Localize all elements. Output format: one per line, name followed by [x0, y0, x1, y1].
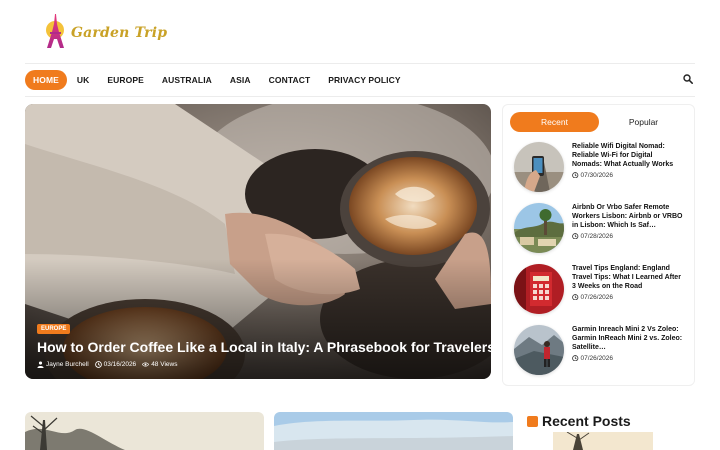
eye-icon — [142, 362, 150, 367]
nav-item-uk[interactable]: UK — [77, 75, 89, 85]
list-item[interactable]: Travel Tips England: England Travel Tips… — [514, 264, 694, 318]
eiffel-tower-icon — [46, 14, 64, 48]
hero-author-name: Jayne Burchell — [46, 361, 89, 368]
post-date: 07/26/2026 — [572, 294, 684, 301]
post-image — [514, 203, 564, 253]
recent-popular-widget: Recent Popular Reliable Wifi Digital Nom… — [502, 104, 695, 386]
nav-item-asia[interactable]: ASIA — [230, 75, 251, 85]
header-divider-bottom — [25, 96, 695, 97]
post-card[interactable] — [25, 412, 264, 450]
post-image — [514, 264, 564, 314]
site-logo[interactable]: Garden Trip — [42, 12, 172, 50]
tab-recent[interactable]: Recent — [510, 112, 599, 132]
recent-posts-title: Recent Posts — [542, 413, 631, 429]
recent-posts-heading: Recent Posts — [527, 413, 631, 429]
post-date: 07/28/2026 — [572, 233, 684, 240]
post-card-image — [25, 412, 264, 450]
logo-text: Garden Trip — [71, 25, 168, 41]
hero-author[interactable]: Jayne Burchell — [37, 361, 89, 368]
hero-date: 03/16/2026 — [94, 361, 137, 368]
tab-popular[interactable]: Popular — [599, 112, 688, 132]
post-thumbnail[interactable] — [514, 203, 564, 253]
post-card-image — [274, 412, 513, 450]
post-date: 07/26/2026 — [572, 355, 684, 362]
nav-item-privacy-policy[interactable]: PRIVACY POLICY — [328, 75, 400, 85]
hero-category-badge[interactable]: EUROPE — [37, 324, 71, 334]
header-divider-top — [25, 63, 695, 64]
post-title[interactable]: Garmin Inreach Mini 2 Vs Zoleo: Garmin I… — [572, 325, 684, 353]
search-icon[interactable] — [683, 74, 693, 84]
hero-meta: Jayne Burchell 03/16/2026 48 Views — [37, 361, 183, 368]
hero-title[interactable]: How to Order Coffee Like a Local in Ital… — [37, 339, 491, 355]
hero-views-text: 48 Views — [151, 361, 178, 368]
list-item[interactable]: Garmin Inreach Mini 2 Vs Zoleo: Garmin I… — [514, 325, 694, 379]
post-date-text: 07/26/2026 — [580, 354, 614, 362]
clock-icon — [572, 233, 579, 240]
clock-icon — [572, 294, 579, 301]
post-card[interactable] — [274, 412, 513, 450]
post-date: 07/30/2026 — [572, 172, 684, 179]
post-date-text: 07/30/2026 — [580, 171, 614, 179]
list-item[interactable]: Reliable Wifi Digital Nomad: Reliable Wi… — [514, 142, 694, 196]
recent-post-thumbnail[interactable] — [553, 432, 653, 450]
nav-item-australia[interactable]: AUSTRALIA — [162, 75, 212, 85]
post-title[interactable]: Airbnb Or Vrbo Safer Remote Workers Lisb… — [572, 203, 684, 231]
widget-tabs: Recent Popular — [510, 112, 689, 132]
list-item[interactable]: Airbnb Or Vrbo Safer Remote Workers Lisb… — [514, 203, 694, 257]
clock-icon — [572, 355, 579, 362]
post-date-text: 07/26/2026 — [580, 293, 614, 301]
post-title[interactable]: Reliable Wifi Digital Nomad: Reliable Wi… — [572, 142, 684, 170]
nav-item-europe[interactable]: EUROPE — [107, 75, 144, 85]
user-icon — [37, 361, 44, 368]
post-image — [514, 325, 564, 375]
hero-date-text: 03/16/2026 — [103, 361, 137, 368]
post-thumbnail[interactable] — [514, 264, 564, 314]
hero-featured-post[interactable]: EUROPE How to Order Coffee Like a Local … — [25, 104, 491, 379]
post-image — [514, 142, 564, 192]
clock-icon — [572, 172, 579, 179]
recent-post-image — [553, 432, 653, 450]
nav-item-contact[interactable]: CONTACT — [269, 75, 311, 85]
hero-views: 48 Views — [142, 361, 177, 368]
post-thumbnail[interactable] — [514, 325, 564, 375]
nav-item-home[interactable]: HOME — [25, 70, 67, 90]
post-title[interactable]: Travel Tips England: England Travel Tips… — [572, 264, 684, 292]
main-nav: HOME UK EUROPE AUSTRALIA ASIA CONTACT PR… — [25, 70, 419, 90]
heading-marker-icon — [527, 415, 538, 427]
post-date-text: 07/28/2026 — [580, 232, 614, 240]
clock-icon — [94, 361, 102, 368]
post-thumbnail[interactable] — [514, 142, 564, 192]
